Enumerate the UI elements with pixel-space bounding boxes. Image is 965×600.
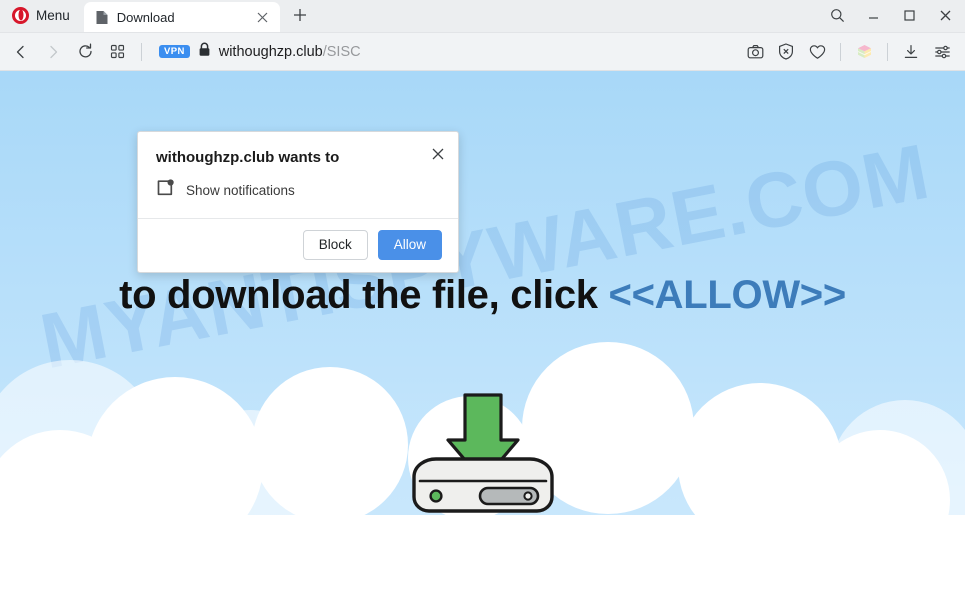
headline-prefix: to download the file, click: [119, 273, 609, 317]
permission-label: Show notifications: [186, 183, 295, 198]
tab-download[interactable]: Download: [83, 2, 280, 32]
snapshot-camera-icon[interactable]: [740, 37, 770, 67]
allow-button[interactable]: Allow: [377, 230, 442, 261]
document-icon: [95, 10, 109, 25]
dialog-body: withoughzp.club wants to Show notificati…: [138, 132, 458, 218]
url-path: /SISC: [322, 43, 361, 60]
url-text[interactable]: withoughzp.club/SISC: [219, 44, 361, 60]
address-bar[interactable]: VPN withoughzp.club/SISC: [151, 38, 738, 66]
opera-menu-button[interactable]: Menu: [6, 1, 80, 29]
downloads-icon[interactable]: [896, 37, 926, 67]
opera-logo-icon: [12, 6, 29, 24]
nav-divider: [141, 42, 142, 61]
headline-allow-word: <<ALLOW>>: [608, 273, 847, 317]
heart-icon[interactable]: [802, 37, 832, 67]
tab-title: Download: [116, 9, 175, 25]
page-content: MYANTISPYWARE.COM to download the file, …: [0, 71, 965, 600]
dialog-title: withoughzp.club wants to: [156, 149, 340, 166]
forward-button[interactable]: [38, 37, 68, 67]
tab-islands-grid-icon[interactable]: [102, 37, 132, 67]
tab-strip: Menu Download: [0, 0, 965, 33]
tab-close-icon[interactable]: [254, 8, 272, 26]
toolbar-divider-2: [887, 42, 888, 61]
dialog-footer: Block Allow: [138, 218, 458, 272]
reload-button[interactable]: [70, 37, 100, 67]
permission-row: Show notifications: [156, 179, 440, 218]
navigation-bar: VPN withoughzp.club/SISC: [0, 33, 965, 71]
dialog-close-icon[interactable]: [428, 144, 448, 164]
block-button[interactable]: Block: [302, 230, 368, 261]
url-host: withoughzp.club: [218, 43, 323, 60]
notification-permission-dialog: withoughzp.club wants to Show notificati…: [137, 131, 459, 274]
ad-blocker-shield-icon[interactable]: [771, 37, 801, 67]
browser-window: Menu Download VPN withoughzp.club/SISC M…: [0, 0, 965, 600]
close-window-icon[interactable]: [927, 1, 963, 31]
toolbar-icons: [740, 37, 957, 67]
minimize-icon[interactable]: [855, 1, 891, 31]
vpn-badge[interactable]: VPN: [159, 44, 190, 59]
maximize-icon[interactable]: [891, 1, 927, 31]
easy-setup-icon[interactable]: [927, 37, 957, 67]
lock-icon[interactable]: [198, 42, 211, 62]
search-icon[interactable]: [819, 1, 855, 31]
disk-drive-download-icon: [411, 393, 554, 513]
back-button[interactable]: [6, 37, 36, 67]
page-headline: to download the file, click <<ALLOW>>: [0, 273, 965, 318]
window-controls: [819, 0, 965, 32]
toolbar-divider-1: [840, 42, 841, 61]
menu-label: Menu: [36, 7, 70, 23]
extensions-cube-icon[interactable]: [849, 37, 879, 67]
notification-popup-icon: [156, 179, 174, 202]
new-tab-button[interactable]: [286, 1, 314, 29]
